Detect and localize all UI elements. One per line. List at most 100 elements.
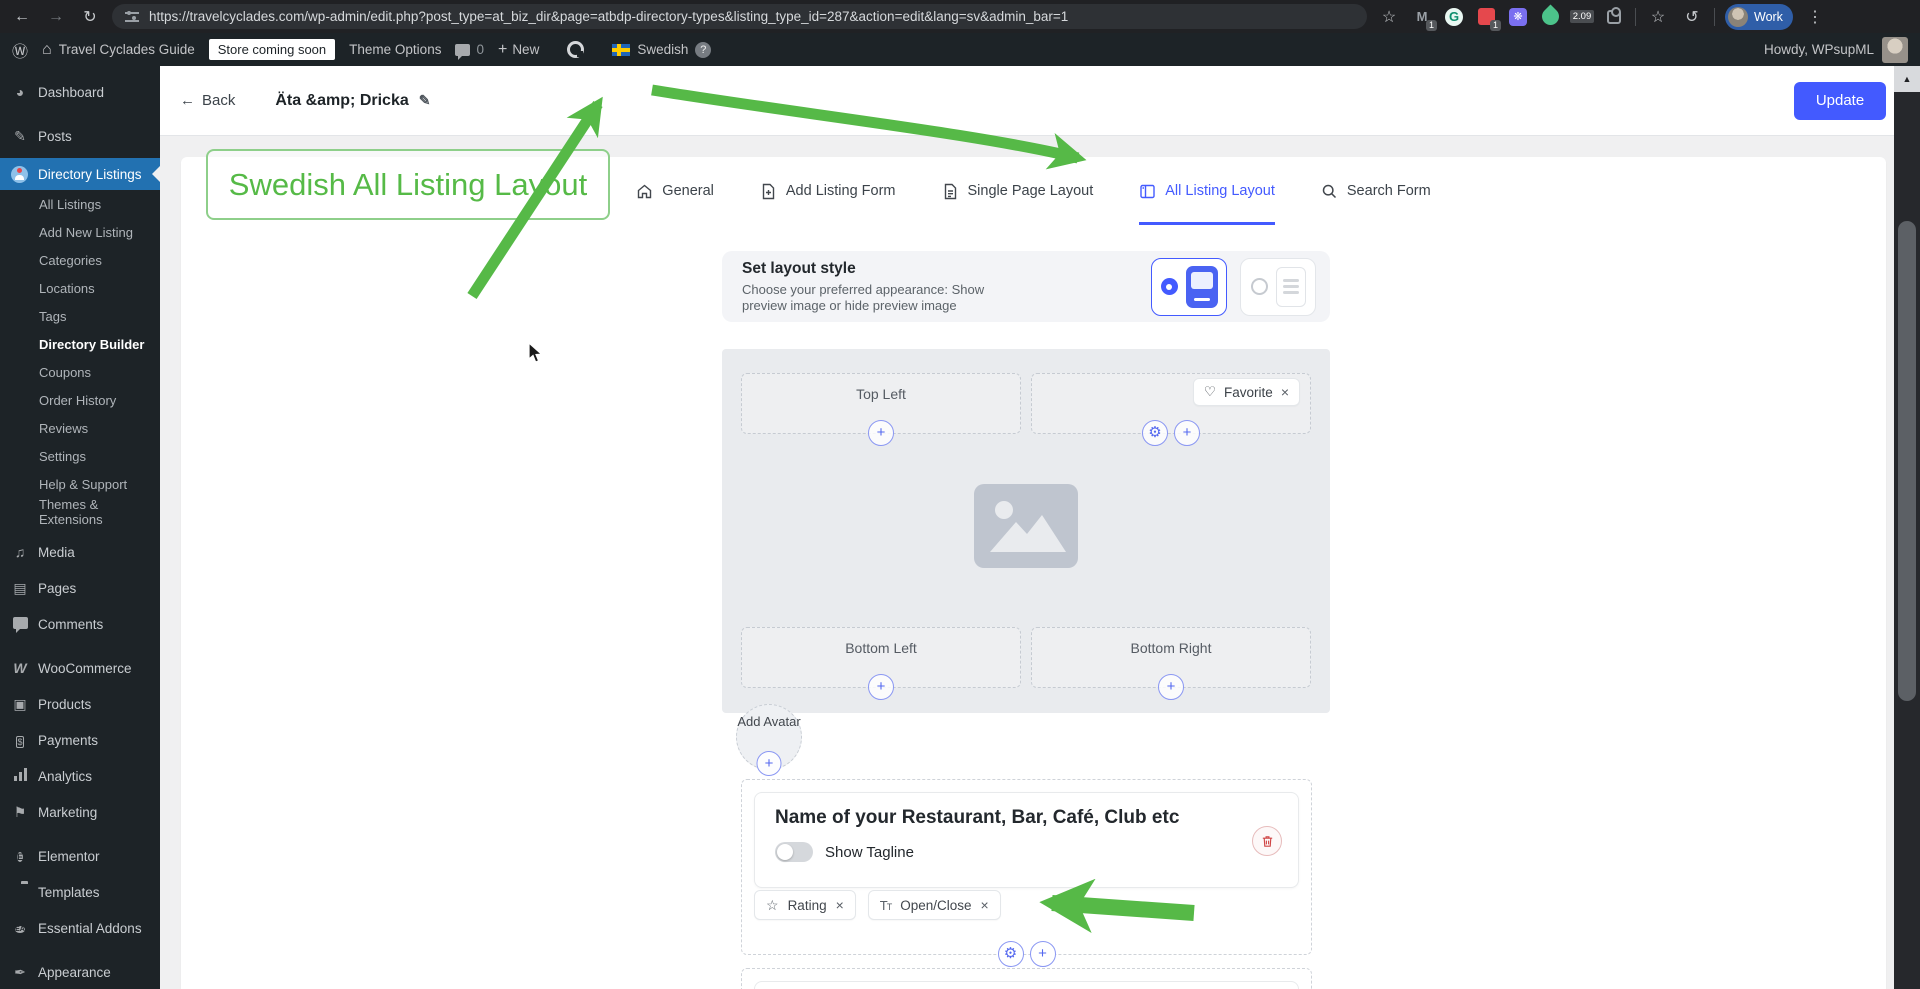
- remove-widget-icon[interactable]: ×: [981, 897, 989, 913]
- tab-add-listing-form[interactable]: Add Listing Form: [760, 157, 896, 225]
- sidebar-item-directory-builder[interactable]: Directory Builder: [0, 330, 160, 358]
- top-right-dropzone[interactable]: ♡ Favorite × ⚙ +: [1031, 373, 1311, 446]
- bookmark-star-icon[interactable]: ☆: [1377, 7, 1401, 27]
- page-scrollbar[interactable]: ▲: [1894, 66, 1920, 989]
- option-show-preview[interactable]: [1151, 257, 1227, 316]
- remove-widget-icon[interactable]: ×: [1281, 384, 1289, 400]
- extension-m-icon[interactable]: M1: [1411, 6, 1437, 31]
- new-content-menu[interactable]: + New: [498, 41, 539, 59]
- extension-grammarly-icon[interactable]: G: [1443, 6, 1465, 28]
- scrollbar-up-arrow[interactable]: ▲: [1894, 66, 1920, 92]
- browser-reload-icon[interactable]: ↻: [78, 7, 102, 27]
- bottom-right-dropzone[interactable]: Bottom Right +: [1031, 627, 1311, 700]
- wordpress-logo-icon[interactable]: Ⓦ: [12, 38, 28, 62]
- open-close-widget-chip[interactable]: TT Open/Close ×: [867, 890, 1001, 920]
- delete-widget-button[interactable]: [1252, 826, 1282, 856]
- site-controls-icon[interactable]: [125, 10, 139, 22]
- add-avatar-button[interactable]: +: [756, 751, 782, 776]
- help-badge[interactable]: ?: [695, 41, 712, 58]
- sidebar-item-elementor[interactable]: E Elementor: [0, 838, 160, 874]
- radio-unselected-icon[interactable]: [1250, 278, 1268, 295]
- extension-red-icon[interactable]: 1: [1475, 6, 1501, 31]
- remove-widget-icon[interactable]: ×: [836, 897, 844, 913]
- address-bar[interactable]: https://travelcyclades.com/wp-admin/edit…: [112, 4, 1367, 29]
- theme-options-menu[interactable]: Theme Options: [349, 42, 441, 57]
- browser-back-icon[interactable]: ←: [10, 8, 34, 26]
- sidebar-item-marketing[interactable]: ⚑ Marketing: [0, 794, 160, 830]
- sidebar-item-themes-extensions[interactable]: Themes & Extensions: [0, 497, 160, 527]
- sidebar-item-woocommerce[interactable]: W WooCommerce: [0, 650, 160, 686]
- add-avatar-dropzone[interactable]: Add Avatar +: [736, 704, 802, 776]
- tab-search-form[interactable]: Search Form: [1321, 157, 1431, 225]
- sidebar-item-essential-addons[interactable]: EA Essential Addons: [0, 910, 160, 946]
- sidebar-item-tags[interactable]: Tags: [0, 302, 160, 330]
- tab-all-listing-layout[interactable]: All Listing Layout: [1139, 157, 1275, 225]
- widget-settings-button[interactable]: ⚙: [1142, 420, 1168, 446]
- sidebar-item-coupons[interactable]: Coupons: [0, 358, 160, 386]
- browser-menu-icon[interactable]: ⋮: [1803, 7, 1827, 27]
- top-left-dropzone[interactable]: Top Left +: [741, 373, 1021, 446]
- browser-profile[interactable]: Work: [1725, 3, 1793, 30]
- sidebar-item-reviews[interactable]: Reviews: [0, 414, 160, 442]
- bottom-left-dropzone[interactable]: Bottom Left +: [741, 627, 1021, 700]
- sidebar-item-payments[interactable]: $ Payments: [0, 722, 160, 758]
- favorite-widget-chip[interactable]: ♡ Favorite ×: [1192, 378, 1300, 406]
- next-section-card[interactable]: [754, 981, 1299, 989]
- add-widget-button[interactable]: +: [1158, 674, 1184, 700]
- comments-menu[interactable]: 0: [455, 42, 484, 60]
- favorites-list-icon[interactable]: ☆: [1646, 7, 1670, 27]
- add-widget-button[interactable]: +: [868, 420, 894, 446]
- sidebar-item-posts[interactable]: ✎ Posts: [0, 118, 160, 154]
- show-tagline-toggle[interactable]: [775, 842, 813, 862]
- option-hide-preview[interactable]: [1240, 257, 1316, 316]
- edit-title-icon[interactable]: ✎: [419, 92, 431, 109]
- sidebar-item-order-history[interactable]: Order History: [0, 386, 160, 414]
- sidebar-item-templates[interactable]: Templates: [0, 874, 160, 910]
- sidebar-item-dashboard[interactable]: ◕ Dashboard: [0, 74, 160, 110]
- sidebar-item-appearance[interactable]: ✒ Appearance: [0, 954, 160, 989]
- section-settings-button[interactable]: ⚙: [997, 941, 1024, 967]
- sidebar-item-categories[interactable]: Categories: [0, 246, 160, 274]
- extension-snowflake-icon[interactable]: ❋: [1507, 6, 1529, 28]
- add-widget-button[interactable]: +: [868, 674, 894, 700]
- plugin-circle-icon[interactable]: [567, 41, 585, 58]
- plus-icon: +: [497, 40, 508, 58]
- chip-label: Favorite: [1224, 384, 1273, 400]
- scrollbar-thumb[interactable]: [1898, 221, 1916, 701]
- sidebar-item-analytics[interactable]: Analytics: [0, 758, 160, 794]
- update-button[interactable]: Update: [1794, 81, 1886, 120]
- sidebar-item-media[interactable]: ♫ Media: [0, 534, 160, 570]
- radio-selected-icon[interactable]: [1160, 278, 1178, 295]
- site-menu[interactable]: ⌂ Travel Cyclades Guide: [42, 41, 195, 59]
- section-add-button[interactable]: +: [1029, 941, 1056, 967]
- sidebar-item-settings[interactable]: Settings: [0, 442, 160, 470]
- rating-widget-chip[interactable]: ☆ Rating ×: [754, 890, 856, 920]
- sidebar-item-directory-listings[interactable]: Directory Listings: [0, 158, 160, 190]
- sidebar-item-locations[interactable]: Locations: [0, 274, 160, 302]
- sidebar-item-add-new-listing[interactable]: Add New Listing: [0, 218, 160, 246]
- tab-general[interactable]: General: [636, 157, 714, 225]
- browser-forward-icon[interactable]: →: [44, 8, 68, 26]
- sidebar-item-all-listings[interactable]: All Listings: [0, 190, 160, 218]
- sidebar-item-comments[interactable]: Comments: [0, 606, 160, 642]
- site-name: Travel Cyclades Guide: [58, 42, 195, 57]
- sidebar-item-pages[interactable]: ▤ Pages: [0, 570, 160, 606]
- dropzone-label: Bottom Right: [1130, 640, 1212, 656]
- page-title: Äta &amp; Dricka: [275, 91, 409, 109]
- store-coming-soon-badge[interactable]: Store coming soon: [208, 39, 336, 60]
- listing-title-card[interactable]: Name of your Restaurant, Bar, Café, Club…: [754, 792, 1299, 888]
- language-switcher[interactable]: Swedish ?: [612, 41, 712, 58]
- sidebar-item-help-support[interactable]: Help & Support: [0, 470, 160, 498]
- url-text[interactable]: https://travelcyclades.com/wp-admin/edit…: [149, 9, 1068, 24]
- tab-single-page-layout[interactable]: Single Page Layout: [942, 157, 1094, 225]
- extension-cashback-icon[interactable]: 2.09: [1569, 6, 1595, 28]
- tab-label: Single Page Layout: [967, 183, 1094, 199]
- extension-leaf-icon[interactable]: [1537, 4, 1563, 29]
- sidebar-item-products[interactable]: ▣ Products: [0, 686, 160, 722]
- account-menu[interactable]: Howdy, WPsupML: [1764, 36, 1908, 63]
- add-widget-button[interactable]: +: [1174, 420, 1200, 446]
- history-icon[interactable]: ↺: [1680, 7, 1704, 27]
- new-label: New: [512, 42, 540, 57]
- extensions-puzzle-icon[interactable]: [1603, 6, 1625, 28]
- back-button[interactable]: ← Back: [180, 92, 235, 109]
